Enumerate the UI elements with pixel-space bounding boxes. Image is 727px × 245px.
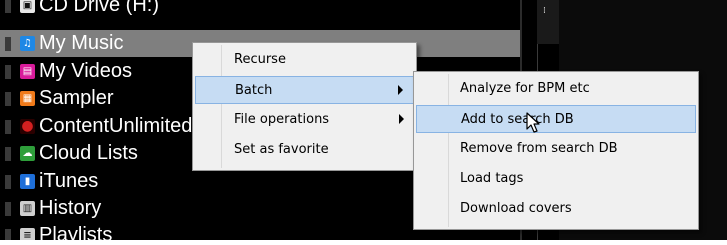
tree-item-label: iTunes	[39, 170, 99, 192]
menu-item-label: Add to search DB	[461, 112, 574, 127]
menu-item-label: Load tags	[460, 171, 524, 186]
menu-item-label: Analyze for BPM etc	[460, 81, 590, 96]
tree-item-cd-drive[interactable]: ▣ CD Drive (H:)	[0, 0, 520, 19]
tree-item-label: Cloud Lists	[39, 142, 138, 164]
tree-item-label: My Videos	[39, 60, 133, 82]
video-icon: ▤	[20, 64, 35, 79]
tree-item-label: ContentUnlimited	[39, 115, 193, 137]
context-menu: Recurse Batch File operations Set as fav…	[192, 42, 417, 171]
grip-icon: ⁞	[543, 6, 546, 16]
cloud-icon: ☁	[20, 146, 35, 161]
tree-item-label: History	[39, 197, 102, 219]
tree-expander-icon[interactable]	[5, 175, 11, 189]
tree-item-label: My Music	[39, 32, 124, 54]
submenu-arrow-icon	[399, 114, 404, 124]
tree-expander-icon[interactable]	[5, 202, 11, 216]
menu-item-label: Recurse	[234, 52, 286, 67]
menu-item-load-tags[interactable]: Load tags	[416, 165, 696, 193]
content-unlimited-icon: ●	[20, 118, 35, 134]
tree-item-label: CD Drive (H:)	[39, 0, 159, 16]
tree-expander-icon[interactable]	[5, 120, 11, 134]
playlists-icon: ≡	[20, 228, 35, 240]
window-edge	[0, 240, 727, 245]
menu-item-file-operations[interactable]: File operations	[195, 106, 414, 134]
submenu-arrow-icon	[398, 85, 403, 95]
tree-expander-icon[interactable]	[5, 229, 11, 240]
menu-item-remove-from-search-db[interactable]: Remove from search DB	[416, 135, 696, 163]
menu-item-batch[interactable]: Batch	[195, 76, 414, 104]
tree-expander-icon[interactable]	[5, 92, 11, 106]
tree-item-label: Playlists	[39, 224, 113, 240]
menu-item-set-as-favorite[interactable]: Set as favorite	[195, 136, 414, 164]
tree-expander-icon[interactable]	[5, 0, 11, 13]
menu-item-label: Remove from search DB	[460, 141, 618, 156]
menu-item-label: Download covers	[460, 201, 572, 216]
tree-expander-icon[interactable]	[5, 65, 11, 79]
tree-expander-icon[interactable]	[5, 147, 11, 161]
history-icon: ▥	[20, 201, 35, 216]
menu-item-download-covers[interactable]: Download covers	[416, 195, 696, 223]
batch-submenu: Analyze for BPM etc Add to search DB Rem…	[413, 71, 699, 230]
menu-item-add-to-search-db[interactable]: Add to search DB	[416, 105, 696, 133]
menu-item-analyze-bpm[interactable]: Analyze for BPM etc	[416, 75, 696, 103]
sampler-icon: ▦	[20, 91, 35, 106]
scrollbar-thumb[interactable]: ⁞	[537, 0, 559, 44]
menu-item-recurse[interactable]: Recurse	[195, 46, 414, 74]
tree-expander-icon[interactable]	[5, 37, 11, 51]
cd-drive-icon: ▣	[20, 0, 35, 13]
tree-item-label: Sampler	[39, 87, 114, 109]
itunes-icon: ▮	[20, 174, 35, 189]
music-icon: ♫	[20, 36, 35, 51]
mouse-cursor-icon	[526, 112, 540, 133]
menu-item-label: Set as favorite	[234, 142, 329, 157]
menu-item-label: File operations	[234, 112, 330, 127]
menu-item-label: Batch	[235, 83, 273, 98]
